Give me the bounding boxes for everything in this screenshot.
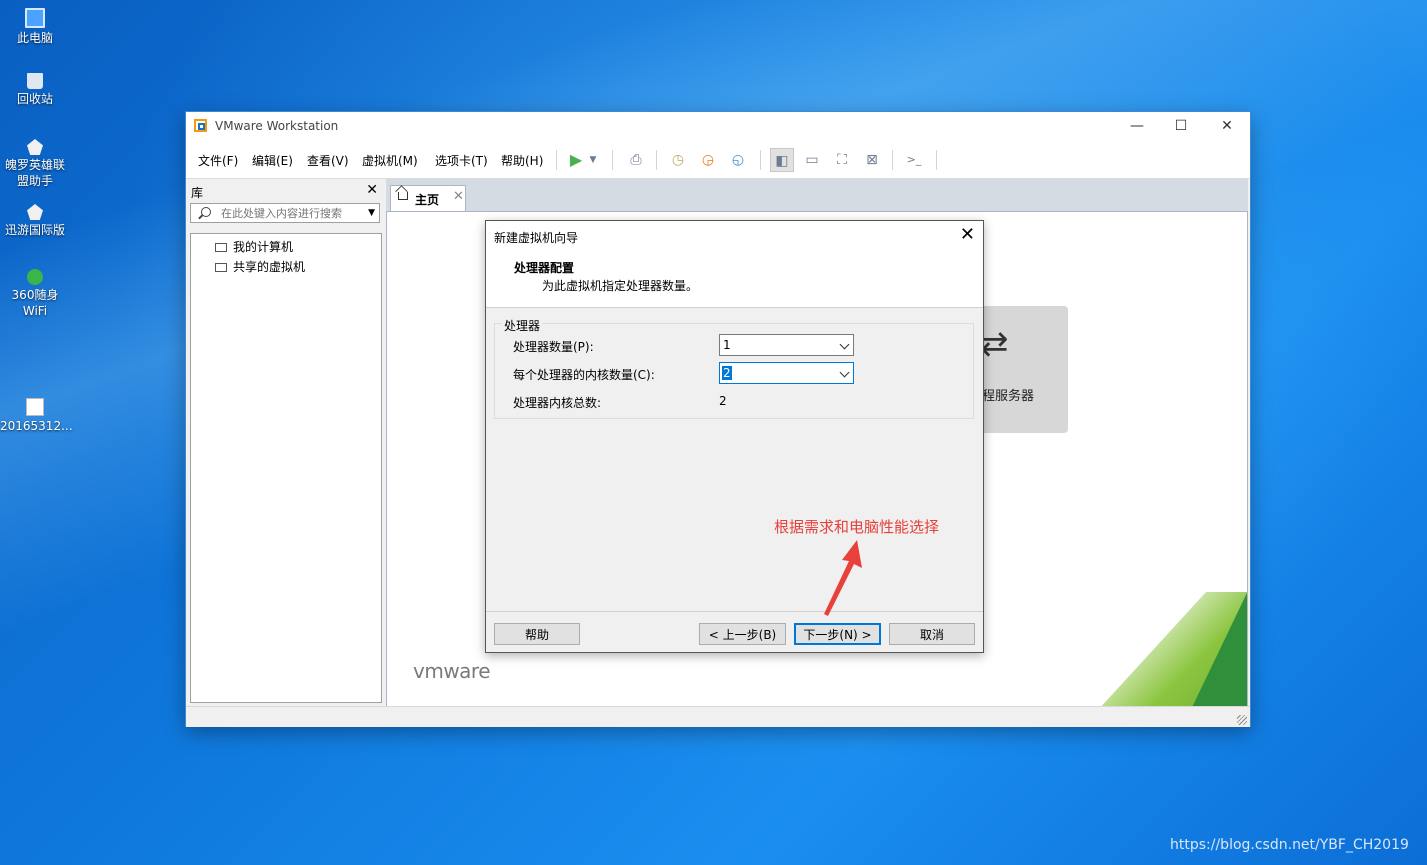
desktop-icon-label: 此电脑 xyxy=(16,31,53,45)
library-panel: 库 ✕ ▼ 我的计算机 共享的虚拟机 xyxy=(186,179,384,706)
remote-arrows-icon: ⇄ xyxy=(980,324,1009,364)
maximize-button[interactable]: ☐ xyxy=(1158,112,1204,142)
menu-tabs[interactable]: 选项卡(T) xyxy=(435,152,488,169)
menu-file[interactable]: 文件(F) xyxy=(198,152,238,169)
file-icon xyxy=(26,398,44,416)
menu-view[interactable]: 查看(V) xyxy=(307,152,349,169)
desktop-icon-lol-assistant[interactable]: 魄罗英雄联 盟助手 xyxy=(0,139,70,189)
processor-count-label: 处理器数量(P): xyxy=(513,340,594,354)
new-vm-wizard-dialog: 新建虚拟机向导 ✕ 处理器配置 为此虚拟机指定处理器数量。 处理器 处理器数量(… xyxy=(485,220,984,653)
desktop-icon-recycle-bin[interactable]: 回收站 xyxy=(0,73,70,107)
csdn-watermark: https://blog.csdn.net/YBF_CH2019 xyxy=(1170,837,1409,853)
menu-edit[interactable]: 编辑(E) xyxy=(252,152,293,169)
library-close-icon[interactable]: ✕ xyxy=(366,182,378,198)
cores-per-processor-select[interactable]: 2 xyxy=(719,362,854,384)
tab-home[interactable]: 主页 ✕ xyxy=(390,185,466,211)
tree-item-label: 我的计算机 xyxy=(233,240,294,254)
dialog-title: 新建虚拟机向导 xyxy=(494,231,579,245)
page-title: 处理器配置 xyxy=(514,261,575,275)
desktop-icon-360wifi[interactable]: 360随身WiFi xyxy=(0,269,70,319)
window-title: VMware Workstation xyxy=(215,119,339,133)
desktop-icon-label: 盟助手 xyxy=(16,174,53,188)
annotation-arrow-icon xyxy=(824,540,862,616)
library-view-icon[interactable]: ◧ xyxy=(770,148,794,172)
dialog-footer: 帮助 < 上一步(B) 下一步(N) > 取消 xyxy=(486,611,983,653)
recycle-bin-icon xyxy=(27,73,43,89)
tree-item-shared-vms[interactable]: 共享的虚拟机 xyxy=(215,258,305,275)
menu-vm[interactable]: 虚拟机(M) xyxy=(362,152,418,169)
library-search-input[interactable] xyxy=(221,205,363,221)
annotation-text: 根据需求和电脑性能选择 xyxy=(774,518,940,536)
send-keys-icon[interactable]: ⎙ xyxy=(624,148,648,172)
dropdown-icon[interactable]: ▼ xyxy=(586,148,600,172)
chevron-down-icon xyxy=(839,339,850,350)
library-header: 库 ✕ xyxy=(190,181,380,200)
revert-snapshot-icon[interactable]: ◶ xyxy=(696,148,720,172)
computer-icon xyxy=(25,8,45,28)
page-subtitle: 为此虚拟机指定处理器数量。 xyxy=(542,279,699,293)
desktop-icon-this-pc[interactable]: 此电脑 xyxy=(0,8,70,46)
tree-item-label: 共享的虚拟机 xyxy=(233,260,306,274)
fullscreen-icon[interactable]: ⛶ xyxy=(830,148,854,172)
tab-close-icon[interactable]: ✕ xyxy=(453,189,464,204)
total-cores-label: 处理器内核总数: xyxy=(513,396,602,410)
window-titlebar[interactable]: VMware Workstation — ☐ ✕ xyxy=(186,112,1250,142)
shared-vm-icon xyxy=(215,263,227,272)
menu-bar: 文件(F) 编辑(E) 查看(V) 虚拟机(M) 选项卡(T) 帮助(H) ▶ … xyxy=(186,142,1250,179)
home-icon xyxy=(398,192,408,200)
vmware-logo: vmware xyxy=(413,659,491,683)
manage-snapshots-icon[interactable]: ◵ xyxy=(726,148,750,172)
close-button[interactable]: ✕ xyxy=(1204,112,1250,142)
resize-grip-icon[interactable] xyxy=(1237,715,1247,725)
chevron-down-icon[interactable]: ▼ xyxy=(368,208,375,218)
game-assistant-icon xyxy=(27,139,43,155)
help-button[interactable]: 帮助 xyxy=(494,623,580,645)
desktop-icon-file[interactable]: 20165312... xyxy=(0,398,73,434)
desktop-icon-xunyou[interactable]: 迅游国际版 xyxy=(0,204,70,238)
desktop-icon-label: 360随身WiFi xyxy=(11,288,59,318)
processor-count-value: 1 xyxy=(723,338,731,352)
library-search[interactable]: ▼ xyxy=(190,203,380,223)
status-bar xyxy=(186,706,1250,727)
dialog-header: 处理器配置 为此虚拟机指定处理器数量。 xyxy=(486,251,983,308)
tree-item-my-computer[interactable]: 我的计算机 xyxy=(215,238,293,255)
processor-group: 处理器 处理器数量(P): 1 每个处理器的内核数量(C): 2 处理器内核总数… xyxy=(494,317,974,419)
tab-home-label: 主页 xyxy=(415,193,440,207)
xunyou-icon xyxy=(27,204,43,220)
minimize-button[interactable]: — xyxy=(1114,112,1160,142)
cores-per-processor-value: 2 xyxy=(722,366,732,380)
snapshot-icon[interactable]: ◷ xyxy=(666,148,690,172)
monitor-icon xyxy=(215,243,227,252)
menu-help[interactable]: 帮助(H) xyxy=(501,152,543,169)
next-button[interactable]: 下一步(N) > xyxy=(794,623,881,645)
desktop-icon-label: 回收站 xyxy=(16,92,53,106)
unity-icon[interactable]: ⊠ xyxy=(860,148,884,172)
search-icon xyxy=(201,207,211,217)
cores-per-processor-label: 每个处理器的内核数量(C): xyxy=(513,368,655,382)
play-icon[interactable]: ▶ xyxy=(564,148,588,172)
desktop-icon-label: 20165312... xyxy=(0,419,73,433)
tab-bar: 主页 ✕ xyxy=(386,179,1248,212)
wifi-icon xyxy=(27,269,43,285)
total-cores-value: 2 xyxy=(719,394,727,408)
thumbnail-bar-icon[interactable]: ▭ xyxy=(800,148,824,172)
vmware-app-icon xyxy=(194,119,207,132)
dialog-close-button[interactable]: ✕ xyxy=(960,224,975,245)
dialog-titlebar[interactable]: 新建虚拟机向导 ✕ xyxy=(486,221,983,251)
group-label: 处理器 xyxy=(502,317,543,334)
desktop-icon-label: 魄罗英雄联 xyxy=(4,158,65,172)
remote-card-label: 程服务器 xyxy=(982,389,1035,404)
back-button[interactable]: < 上一步(B) xyxy=(699,623,786,645)
library-tree: 我的计算机 共享的虚拟机 xyxy=(190,233,382,703)
processor-count-select[interactable]: 1 xyxy=(719,334,854,356)
cancel-button[interactable]: 取消 xyxy=(889,623,975,645)
console-icon[interactable]: >_ xyxy=(902,148,926,172)
library-title: 库 xyxy=(191,186,204,200)
desktop-icon-label: 迅游国际版 xyxy=(4,223,65,237)
chevron-down-icon xyxy=(839,367,850,378)
